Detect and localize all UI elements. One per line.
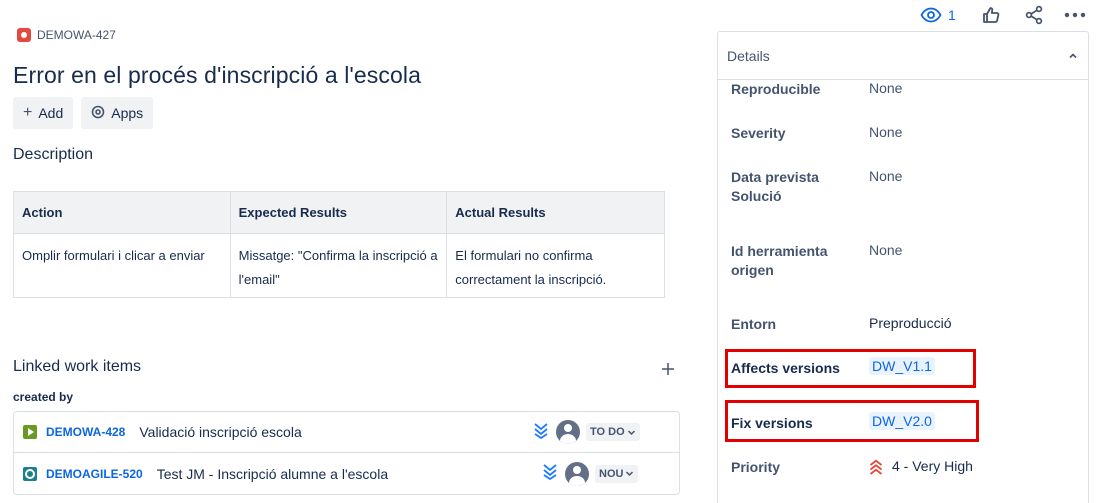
linked-item-key[interactable]: DEMOAGILE-520	[46, 467, 143, 481]
apps-button-label: Apps	[111, 105, 144, 121]
thumbs-up-icon	[982, 7, 1000, 23]
issue-toolbar: 1	[920, 4, 1086, 26]
watchers-count: 1	[948, 7, 956, 23]
breadcrumb[interactable]: DEMOWA-427	[17, 28, 116, 42]
share-icon	[1025, 5, 1043, 25]
linked-item-summary[interactable]: Validació inscripció escola	[139, 424, 301, 440]
list-item[interactable]: DEMOAGILE-520 Test JM - Inscripció alumn…	[14, 453, 679, 494]
field-label-affects-versions: Affects versions	[731, 360, 840, 376]
status-text: TO DO	[590, 426, 625, 438]
chevron-down-icon	[627, 429, 635, 435]
vote-button[interactable]	[982, 4, 1000, 26]
field-label-fix-versions: Fix versions	[731, 415, 813, 431]
apps-icon	[91, 105, 105, 122]
more-icon	[1064, 12, 1085, 18]
table-header-cell: Actual Results	[446, 191, 665, 234]
apps-button[interactable]: Apps	[81, 97, 154, 129]
share-button[interactable]	[1024, 4, 1044, 26]
table-header-row: Action Expected Results Actual Results	[13, 191, 665, 234]
watch-button[interactable]: 1	[920, 4, 956, 26]
add-button[interactable]: + Add	[13, 97, 74, 129]
linked-item-meta: TO DO	[532, 420, 640, 444]
avatar[interactable]	[565, 461, 589, 486]
story-icon	[23, 425, 37, 439]
chevron-down-icon	[626, 471, 634, 477]
priority-text: 4 - Very High	[892, 458, 973, 474]
linked-item-meta: NOU	[541, 461, 639, 486]
linked-item-summary[interactable]: Test JM - Inscripció alumne a l'escola	[157, 466, 388, 482]
plus-icon	[662, 363, 674, 375]
details-header[interactable]: Details	[718, 32, 1088, 80]
task-icon	[23, 466, 37, 481]
table-row: Omplir formulari i clicar a enviar Missa…	[13, 233, 665, 298]
field-value-fix-versions[interactable]: DW_V2.0	[869, 412, 935, 431]
bug-type-icon	[17, 28, 31, 42]
field-value-id-herramienta[interactable]: None	[869, 241, 902, 260]
field-label-reproducible: Reproducible	[731, 81, 821, 97]
field-label-priority: Priority	[731, 459, 781, 475]
field-value-affects-versions[interactable]: DW_V1.1	[869, 357, 935, 376]
priority-lowest-icon	[541, 462, 559, 485]
status-lozenge[interactable]: NOU	[595, 464, 639, 483]
chevron-up-icon[interactable]	[1067, 50, 1079, 62]
add-button-label: Add	[38, 105, 64, 121]
linked-items-list: DEMOWA-428 Validació inscripció escola T…	[13, 411, 680, 495]
field-label-severity: Severity	[731, 125, 786, 141]
status-text: NOU	[599, 467, 624, 480]
field-label-entorn: Entorn	[731, 316, 777, 332]
table-cell: Missatge: "Confirma la inscripció a l'em…	[229, 233, 448, 298]
field-value-data-prevista[interactable]: None	[869, 167, 902, 186]
priority-highest-icon	[869, 459, 883, 475]
table-cell: El formulari no confirma correctament la…	[446, 233, 665, 298]
table-header-cell: Expected Results	[229, 191, 448, 234]
field-label-data-prevista: Data prevista Solució	[731, 169, 819, 204]
linked-work-items-heading: Linked work items	[13, 358, 142, 375]
version-chip[interactable]: DW_V1.1	[869, 357, 935, 375]
priority-lowest-icon	[532, 421, 550, 444]
field-value-entorn[interactable]: Preproducció	[869, 314, 952, 333]
details-title: Details	[727, 47, 770, 64]
description-table[interactable]: Action Expected Results Actual Results O…	[13, 191, 665, 298]
issue-actions: + Add Apps	[13, 97, 154, 129]
eye-icon	[920, 7, 942, 23]
field-value-priority[interactable]: 4 - Very High	[869, 457, 973, 476]
list-item[interactable]: DEMOWA-428 Validació inscripció escola T…	[14, 412, 679, 453]
field-value-severity[interactable]: None	[869, 123, 902, 142]
link-group-label: created by	[13, 390, 74, 404]
more-actions-button[interactable]	[1064, 4, 1086, 26]
avatar[interactable]	[556, 420, 580, 444]
version-chip[interactable]: DW_V2.0	[869, 412, 935, 430]
linked-item-key[interactable]: DEMOWA-428	[46, 425, 125, 439]
field-label-id-herramienta: Id herramienta origen	[731, 243, 828, 278]
details-panel: Details Reproducible None Severity None …	[717, 31, 1089, 503]
table-header-cell: Action	[13, 191, 231, 234]
status-lozenge[interactable]: TO DO	[586, 423, 640, 441]
plus-icon: +	[23, 104, 33, 121]
field-value-reproducible[interactable]: None	[869, 79, 902, 98]
issue-key[interactable]: DEMOWA-427	[37, 28, 116, 42]
description-heading: Description	[13, 146, 94, 163]
add-linked-item-button[interactable]	[661, 356, 675, 382]
page-title[interactable]: Error en el procés d'inscripció a l'esco…	[13, 62, 421, 89]
table-cell: Omplir formulari i clicar a enviar	[13, 233, 231, 298]
